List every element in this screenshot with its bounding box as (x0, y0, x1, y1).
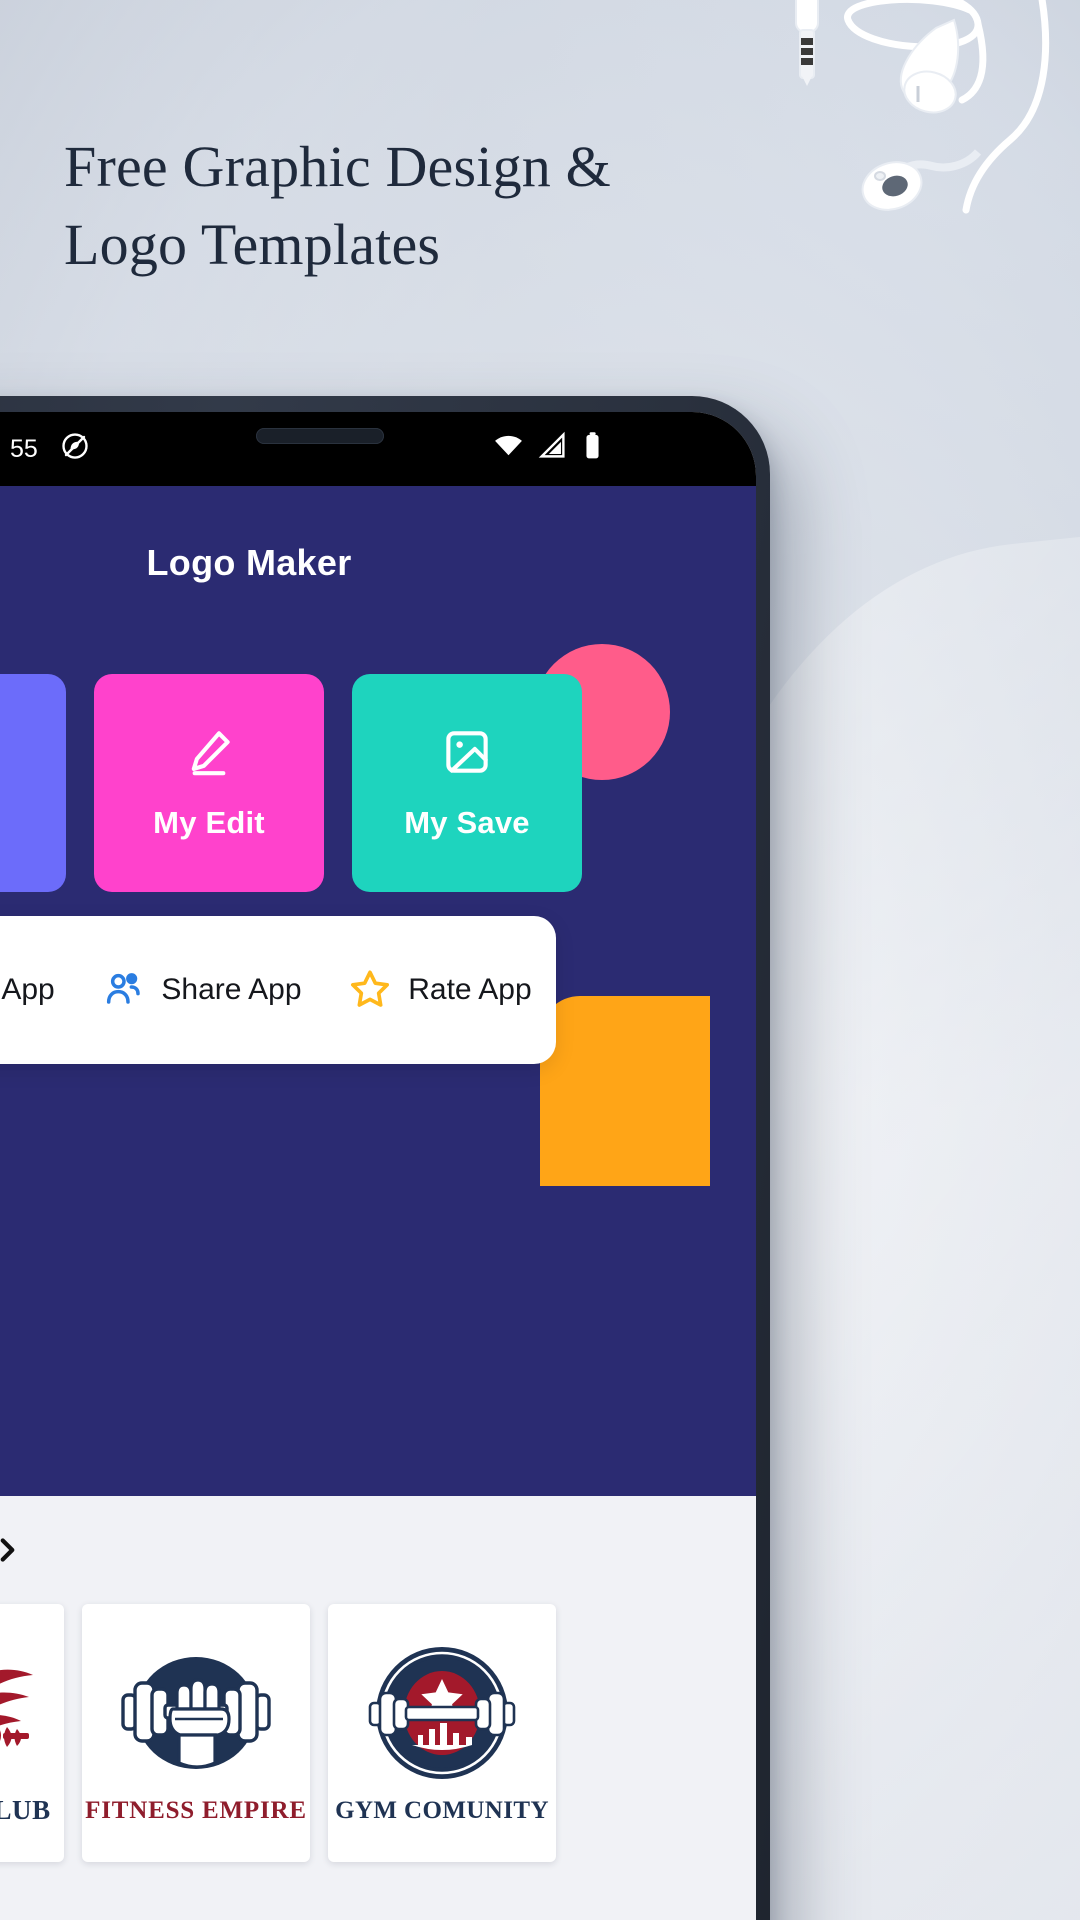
battery-icon (581, 431, 604, 467)
action-my-edit[interactable]: My Edit (94, 674, 324, 892)
app-header: Logo Maker Create (0, 486, 756, 1496)
template-gallery: Fitness (0, 1496, 756, 1920)
quick-actions: Create My Edit (0, 674, 756, 892)
template-card[interactable]: Gym Comunity (328, 1604, 556, 1862)
circle-star-dumbbell-logo (368, 1647, 516, 1779)
wifi-icon (493, 430, 524, 468)
menu-item-rate-app[interactable]: Rate App (350, 968, 532, 1013)
menu-item-label: Rate App (408, 973, 532, 1006)
decor-orange-blob (540, 996, 710, 1186)
do-not-disturb-icon (60, 431, 90, 468)
people-icon (103, 968, 143, 1013)
fist-dumbbell-logo (121, 1657, 271, 1769)
action-my-save[interactable]: My Save (352, 674, 582, 892)
pencil-icon (183, 726, 235, 783)
menu-item-label: More App (0, 973, 55, 1006)
cellular-signal-icon (538, 431, 567, 467)
template-card[interactable]: M Fitness Club (0, 1604, 64, 1862)
headline-line-1: Free Graphic Design & (64, 134, 611, 199)
status-time: 55 (10, 434, 38, 463)
menu-item-more-app[interactable]: More App (0, 968, 55, 1013)
promo-headline: Free Graphic Design & Logo Templates (64, 128, 804, 283)
app-title: Logo Maker (146, 542, 352, 583)
chevron-right-icon[interactable] (0, 1535, 22, 1565)
headline-line-2: Logo Templates (64, 211, 441, 277)
phone-screen: 55 Logo Maker My Edit My Save App Share … (0, 412, 756, 1920)
phone-speaker-grille (256, 428, 384, 444)
phone-mockup: 55 Logo Maker My Edit My Save App Share … (0, 396, 770, 1920)
action-label: My Save (404, 804, 530, 840)
category-header-fashion[interactable]: Fashion (0, 1880, 756, 1920)
earphones-icon (740, 0, 1080, 280)
star-icon (350, 968, 390, 1013)
status-bar: 55 (0, 412, 756, 486)
menu-item-share-app[interactable]: Share App (103, 968, 302, 1013)
category-header-fitness[interactable]: Fitness (0, 1496, 756, 1604)
menu-item-label: Share App (161, 973, 302, 1006)
template-name: Fitness Club (0, 1794, 51, 1825)
action-label: My Edit (153, 804, 265, 840)
action-create[interactable]: Create (0, 674, 66, 892)
app-menu-bar: More App Share App (0, 916, 556, 1064)
template-name: Fitness Empire (85, 1797, 307, 1824)
template-card[interactable]: Fitness Empire (82, 1604, 310, 1862)
image-icon (441, 726, 493, 783)
template-name: Gym Comunity (335, 1797, 549, 1824)
card-row-fitness: M Fitness Club (0, 1604, 756, 1862)
shield-crown-wings-logo: M (0, 1669, 33, 1747)
